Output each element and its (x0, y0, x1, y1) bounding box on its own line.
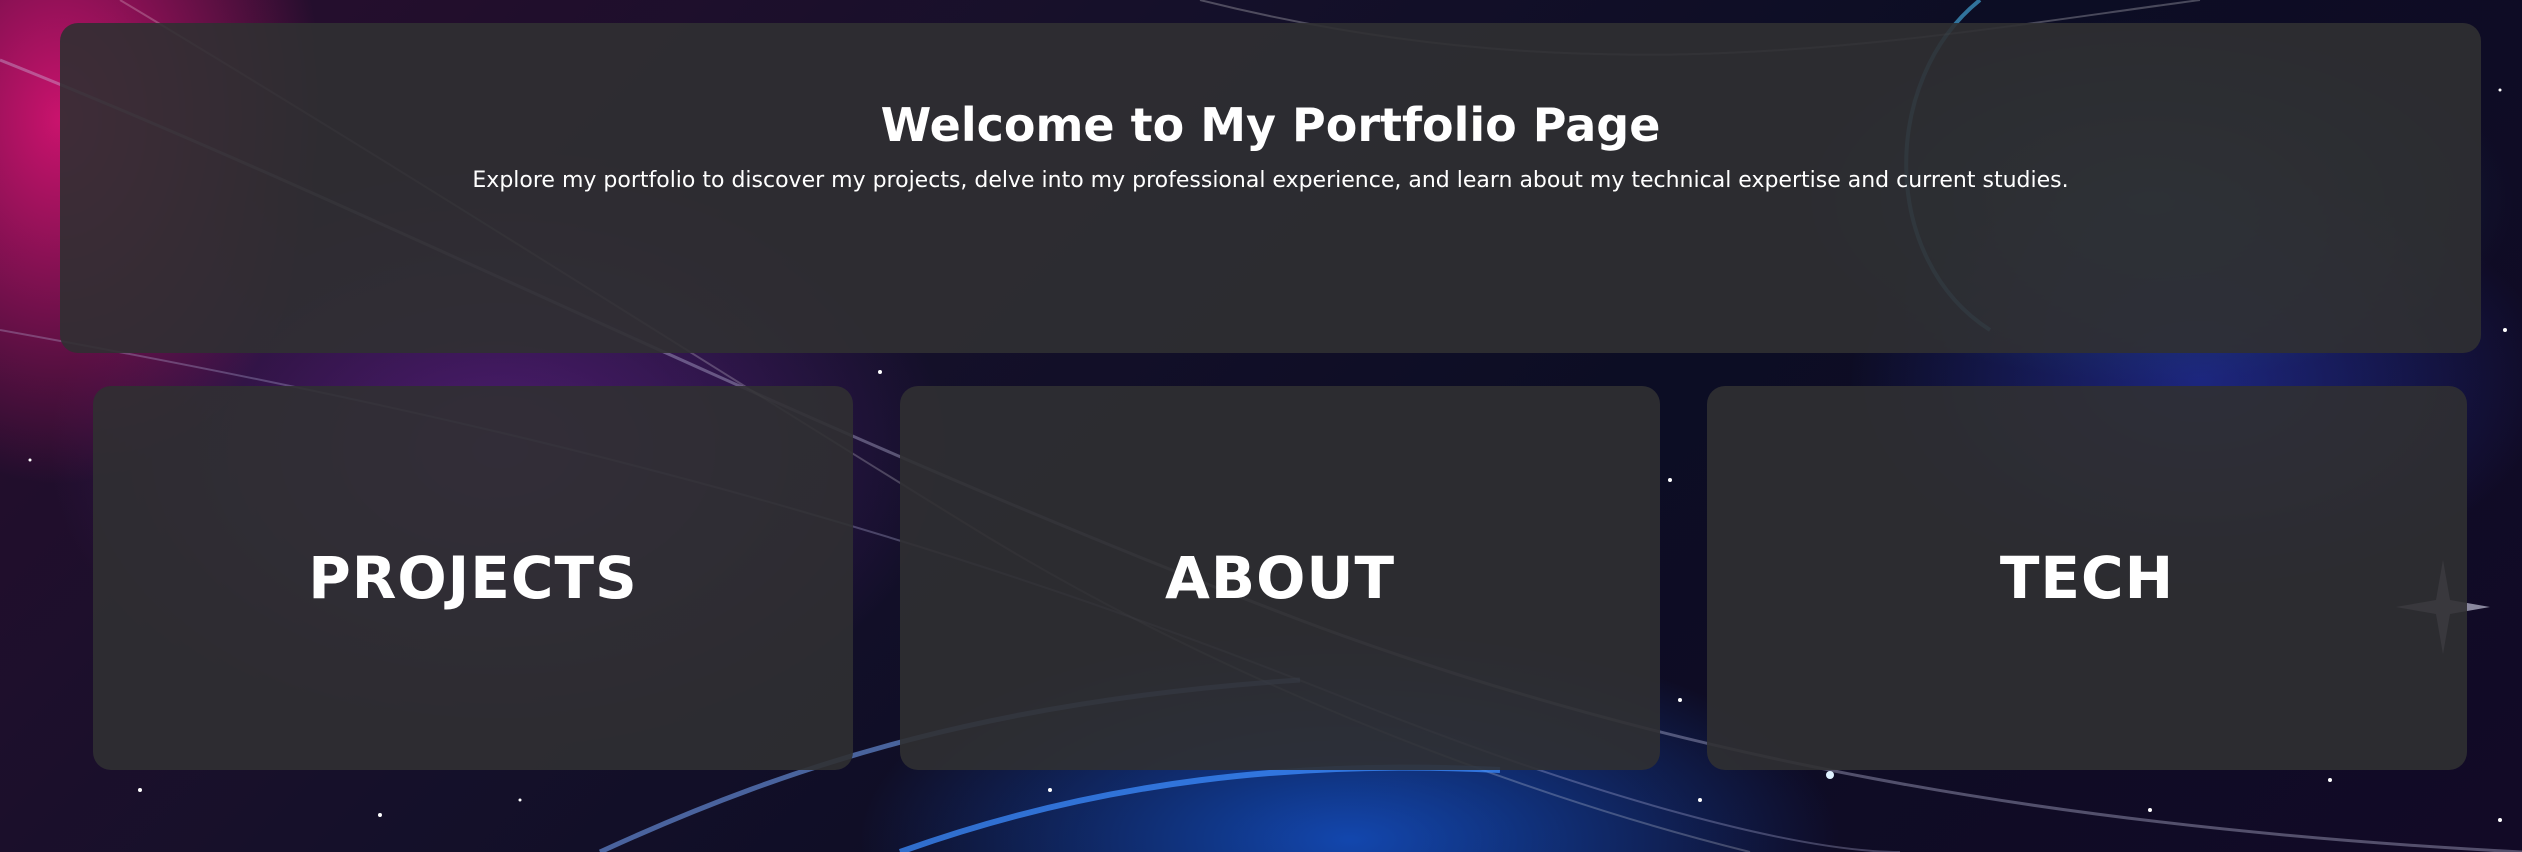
projects-card[interactable]: PROJECTS (93, 386, 853, 770)
star (2498, 818, 2502, 822)
projects-card-label: PROJECTS (308, 544, 638, 612)
star (2328, 778, 2332, 782)
page-title: Welcome to My Portfolio Page (880, 98, 1661, 152)
star (518, 798, 522, 802)
star (378, 813, 382, 817)
star (2498, 88, 2502, 92)
light-streak (898, 764, 1501, 852)
navigation-cards: PROJECTS ABOUT TECH (93, 386, 2467, 770)
about-card[interactable]: ABOUT (900, 386, 1660, 770)
page-subtitle: Explore my portfolio to discover my proj… (472, 168, 2069, 194)
star (138, 788, 142, 792)
star (1826, 771, 1834, 779)
tech-card[interactable]: TECH (1707, 386, 2467, 770)
welcome-panel: Welcome to My Portfolio Page Explore my … (60, 23, 2481, 353)
star (878, 370, 882, 374)
tech-card-label: TECH (1999, 544, 2175, 612)
star (2503, 328, 2507, 332)
star (1048, 788, 1052, 792)
portfolio-page: Welcome to My Portfolio Page Explore my … (0, 0, 2522, 852)
star (1698, 798, 1702, 802)
star (2148, 808, 2152, 812)
about-card-label: ABOUT (1164, 544, 1396, 612)
star (28, 458, 32, 462)
